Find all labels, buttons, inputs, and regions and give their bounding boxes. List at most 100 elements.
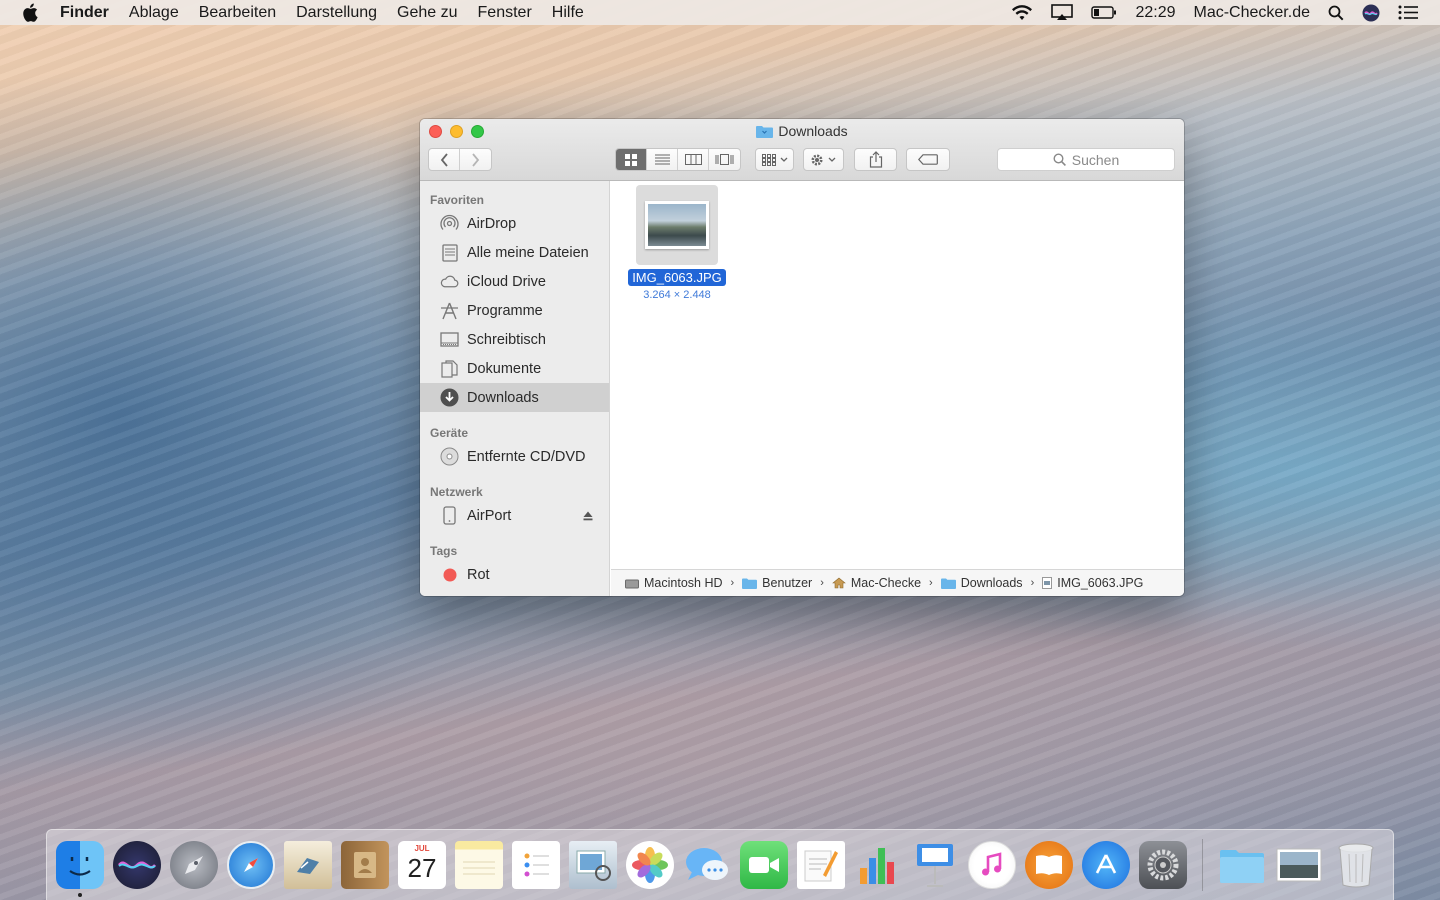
icon-view-button[interactable] <box>616 149 647 170</box>
dock-separator <box>1202 839 1203 891</box>
image-thumbnail <box>645 201 709 249</box>
search-field[interactable]: Suchen <box>997 148 1175 171</box>
photos-icon[interactable] <box>626 841 674 889</box>
column-view-button[interactable] <box>678 149 709 170</box>
sidebar-item-all-files[interactable]: Alle meine Dateien <box>420 238 609 267</box>
menu-bearbeiten[interactable]: Bearbeiten <box>199 4 276 22</box>
finder-window: Downloads Suchen Favoriten AirDrop Alle … <box>420 119 1184 596</box>
arrange-icon <box>761 153 787 166</box>
messages-icon[interactable] <box>683 841 731 889</box>
search-placeholder: Suchen <box>1071 151 1120 168</box>
wifi-icon[interactable] <box>1011 4 1033 21</box>
menubar-user[interactable]: Mac-Checker.de <box>1194 4 1311 22</box>
file-dimensions: 3.264 × 2.448 <box>643 289 711 301</box>
system-preferences-icon[interactable] <box>1139 841 1187 889</box>
launchpad-icon[interactable] <box>170 841 218 889</box>
cloud-icon <box>440 272 459 291</box>
notes-icon[interactable] <box>455 841 503 889</box>
trash-icon[interactable] <box>1332 841 1380 889</box>
desktop-icon <box>440 330 459 349</box>
numbers-icon[interactable] <box>854 841 902 889</box>
itunes-icon[interactable] <box>968 841 1016 889</box>
spotlight-icon[interactable] <box>1328 5 1344 21</box>
airplay-icon[interactable] <box>1051 4 1074 21</box>
share-button[interactable] <box>854 148 897 171</box>
chevron-left-icon <box>440 152 448 167</box>
menu-finder[interactable]: Finder <box>60 4 109 22</box>
sidebar-item-airdrop[interactable]: AirDrop <box>420 209 609 238</box>
sidebar-item-airport[interactable]: AirPort <box>420 501 609 530</box>
tag-red-dot-icon <box>440 565 459 584</box>
image-file-icon <box>1042 577 1053 589</box>
calendar-day: 27 <box>407 853 437 883</box>
arrange-button[interactable] <box>755 148 794 171</box>
sidebar-item-downloads[interactable]: Downloads <box>420 383 609 412</box>
calendar-icon[interactable]: JUL 27 <box>398 841 446 889</box>
sidebar-item-icloud[interactable]: iCloud Drive <box>420 267 609 296</box>
folder-icon <box>742 578 758 589</box>
battery-icon[interactable] <box>1091 6 1117 19</box>
path-item-file[interactable]: IMG_6063.JPG <box>1042 576 1143 590</box>
search-icon <box>1053 153 1066 166</box>
path-separator-icon: › <box>820 577 824 589</box>
preview-icon[interactable] <box>569 841 617 889</box>
downloads-stack-icon[interactable] <box>1218 841 1266 889</box>
forward-button[interactable] <box>460 149 491 170</box>
reminders-icon[interactable] <box>512 841 560 889</box>
tag-icon <box>918 154 938 165</box>
action-button[interactable] <box>803 148 844 171</box>
safari-icon[interactable] <box>227 841 275 889</box>
sidebar-item-applications[interactable]: Programme <box>420 296 609 325</box>
ibooks-icon[interactable] <box>1025 841 1073 889</box>
path-item-downloads[interactable]: Downloads <box>940 576 1023 590</box>
columns-icon <box>684 154 702 165</box>
mail-icon[interactable] <box>284 841 332 889</box>
menu-bar: Finder Ablage Bearbeiten Darstellung Geh… <box>0 0 1440 25</box>
sidebar-header-tags: Tags <box>430 544 458 558</box>
path-item-macintosh-hd[interactable]: Macintosh HD <box>625 576 723 590</box>
siri-icon[interactable] <box>113 841 161 889</box>
window-title: Downloads <box>420 123 1184 139</box>
tag-button[interactable] <box>906 148 950 171</box>
notification-center-icon[interactable] <box>1398 5 1418 20</box>
sidebar-item-tag-red[interactable]: Rot <box>420 560 609 589</box>
dock: JUL 27 <box>46 829 1394 900</box>
sidebar-item-desktop[interactable]: Schreibtisch <box>420 325 609 354</box>
apple-icon[interactable] <box>22 3 40 23</box>
eject-icon[interactable] <box>583 509 593 525</box>
sidebar-item-remote-disc[interactable]: Entfernte CD/DVD <box>420 442 609 471</box>
gear-icon <box>811 154 835 165</box>
pages-icon[interactable] <box>797 841 845 889</box>
path-item-home[interactable]: Mac-Checke <box>832 576 921 590</box>
menubar-clock[interactable]: 22:29 <box>1135 4 1175 22</box>
file-browser-content: IMG_6063.JPG 3.264 × 2.448 <box>611 181 1184 569</box>
menu-gehe-zu[interactable]: Gehe zu <box>397 4 457 22</box>
chevron-right-icon <box>472 152 480 167</box>
finder-icon[interactable] <box>56 841 104 897</box>
window-toolbar: Downloads Suchen <box>420 119 1184 181</box>
contacts-icon[interactable] <box>341 841 389 889</box>
app-store-icon[interactable] <box>1082 841 1130 889</box>
path-item-users[interactable]: Benutzer <box>742 576 812 590</box>
folder-icon <box>940 578 956 589</box>
view-mode-segmented <box>615 148 741 171</box>
siri-menubar-icon[interactable] <box>1362 4 1380 22</box>
menu-hilfe[interactable]: Hilfe <box>552 4 584 22</box>
sidebar-item-documents[interactable]: Dokumente <box>420 354 609 383</box>
back-button[interactable] <box>429 149 460 170</box>
hard-drive-icon <box>625 579 639 588</box>
menu-ablage[interactable]: Ablage <box>129 4 179 22</box>
menu-fenster[interactable]: Fenster <box>478 4 532 22</box>
sidebar-header-network: Netzwerk <box>430 485 483 499</box>
facetime-icon[interactable] <box>740 841 788 889</box>
path-separator-icon: › <box>1030 577 1035 589</box>
image-stack-icon[interactable] <box>1275 841 1323 889</box>
keynote-icon[interactable] <box>911 841 959 889</box>
menu-darstellung[interactable]: Darstellung <box>296 4 377 22</box>
sidebar: Favoriten AirDrop Alle meine Dateien iCl… <box>420 181 610 596</box>
list-view-button[interactable] <box>647 149 678 170</box>
airdrop-icon <box>440 214 459 233</box>
cover-flow-button[interactable] <box>709 149 740 170</box>
file-item[interactable]: IMG_6063.JPG 3.264 × 2.448 <box>625 185 729 301</box>
list-icon <box>654 154 670 165</box>
